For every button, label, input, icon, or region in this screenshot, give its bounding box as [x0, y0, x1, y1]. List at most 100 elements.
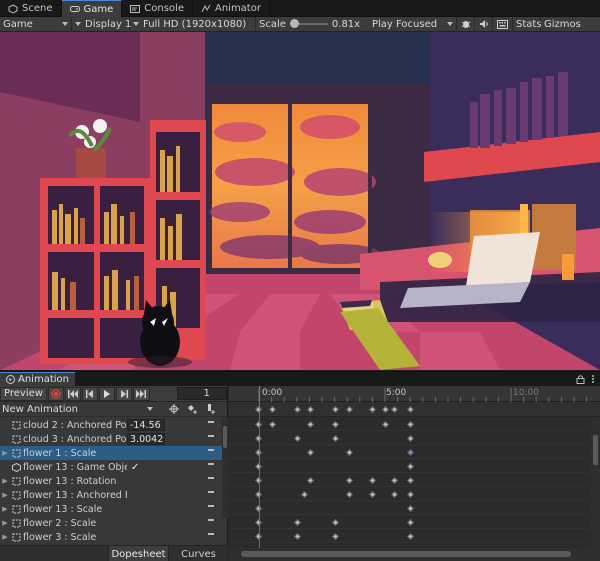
keyframe[interactable] [300, 490, 309, 499]
property-scrollbar[interactable] [222, 418, 228, 518]
property-row[interactable]: ▶ flower 13 : Anchored Position [0, 488, 222, 502]
tab-animator[interactable]: Animator [193, 0, 270, 17]
dopesheet-vertical-scrollbar[interactable] [591, 417, 600, 547]
timeline-ruler[interactable]: 0:00 5:00 10:00 [229, 386, 600, 402]
keyframe[interactable] [331, 420, 340, 429]
keyframe[interactable] [306, 448, 315, 457]
filter-by-selection-icon[interactable] [169, 404, 179, 414]
keyframe[interactable] [390, 490, 399, 499]
property-value-field[interactable]: 3.0042 [127, 433, 165, 445]
tab-game[interactable]: Game [61, 0, 123, 17]
record-button[interactable] [47, 386, 65, 401]
property-row[interactable]: ▶ flower 1 : Scale [0, 446, 222, 460]
keyframe[interactable] [406, 462, 415, 471]
keyframe[interactable] [390, 476, 399, 485]
preview-button[interactable]: Preview [0, 386, 47, 401]
keyframe[interactable] [268, 420, 277, 429]
expand-arrow-icon[interactable]: ▶ [0, 477, 10, 485]
keyframe[interactable] [345, 476, 354, 485]
keyframe[interactable] [345, 490, 354, 499]
keyframe[interactable] [331, 518, 340, 527]
view-mode-dropdown[interactable]: Game [0, 16, 72, 32]
keyframe[interactable] [406, 518, 415, 527]
remove-property-icon[interactable] [208, 449, 214, 451]
remove-property-icon[interactable] [208, 477, 214, 479]
dopesheet-horizontal-scrollbar[interactable] [229, 548, 600, 561]
expand-arrow-icon[interactable]: ▶ [0, 491, 10, 499]
keyframe[interactable] [406, 434, 415, 443]
property-row[interactable]: ▶ flower 3 : Scale [0, 530, 222, 544]
frame-debugger-button[interactable] [457, 16, 475, 32]
keyframe[interactable] [406, 490, 415, 499]
display-label: Display 1 [85, 18, 132, 30]
playhead[interactable] [259, 402, 260, 548]
remove-property-icon[interactable] [208, 435, 214, 437]
keyframe[interactable] [368, 476, 377, 485]
previous-keyframe-button[interactable] [82, 386, 99, 401]
property-row[interactable]: ▶ flower 13 : Rotation [0, 474, 222, 488]
tab-dopesheet[interactable]: Dopesheet [108, 546, 168, 561]
expand-arrow-icon[interactable]: ▶ [0, 449, 10, 457]
expand-arrow-icon[interactable]: ▶ [0, 505, 10, 513]
next-keyframe-button[interactable] [116, 386, 133, 401]
property-row[interactable]: cloud 2 : Anchored Pos -14.56 [0, 418, 222, 432]
lock-icon[interactable] [576, 374, 585, 384]
scrollbar-thumb[interactable] [223, 426, 227, 448]
remove-property-icon[interactable] [208, 519, 214, 521]
property-row[interactable]: flower 13 : Game Objec ✓ [0, 460, 222, 474]
tab-animation[interactable]: Animation [0, 371, 75, 387]
property-row[interactable]: ▶ flower 2 : Scale [0, 516, 222, 530]
remove-property-icon[interactable] [208, 533, 214, 535]
property-row[interactable]: ▶ flower 13 : Scale [0, 502, 222, 516]
add-keyframe-icon[interactable] [187, 404, 198, 414]
scale-slider-handle[interactable] [289, 19, 299, 28]
gizmos-dropdown[interactable]: Gizmos [541, 17, 582, 32]
add-event-icon[interactable] [206, 404, 216, 414]
display-dropdown[interactable]: Display 1 [72, 16, 132, 32]
scrollbar-thumb[interactable] [241, 551, 571, 557]
keyframe[interactable] [293, 434, 302, 443]
keyframe[interactable] [293, 532, 302, 541]
keyframe[interactable] [381, 420, 390, 429]
play-mode-dropdown[interactable]: Play Focused [369, 16, 457, 32]
keyframe[interactable] [406, 532, 415, 541]
keyframe[interactable] [306, 476, 315, 485]
expand-arrow-icon[interactable]: ▶ [0, 533, 10, 541]
keyframe[interactable] [306, 420, 315, 429]
resolution-dropdown[interactable]: Full HD (1920x1080) [130, 16, 256, 32]
remove-property-icon[interactable] [208, 421, 214, 423]
remove-property-icon[interactable] [208, 491, 214, 493]
keyframe[interactable] [345, 448, 354, 457]
game-view[interactable] [0, 32, 600, 370]
stats-button[interactable]: Stats [513, 16, 542, 32]
mute-audio-button[interactable] [475, 16, 493, 32]
remove-property-icon[interactable] [208, 505, 214, 507]
tab-scene[interactable]: Scene [0, 0, 62, 17]
scale-slider[interactable] [289, 19, 328, 28]
game-toolbar: Game Display 1 Full HD (1920x1080) Scale… [0, 16, 600, 32]
keyframe[interactable] [368, 490, 377, 499]
play-button[interactable] [99, 386, 116, 401]
more-options-icon[interactable] [591, 374, 595, 384]
tab-curves[interactable]: Curves [168, 546, 228, 561]
active-checkbox[interactable]: ✓ [131, 462, 139, 473]
keyframe[interactable] [293, 518, 302, 527]
remove-property-icon[interactable] [208, 463, 214, 465]
clip-dropdown[interactable]: New Animation [0, 403, 155, 416]
expand-arrow-icon[interactable]: ▶ [0, 519, 10, 527]
keyframe[interactable] [331, 434, 340, 443]
keyframe[interactable] [406, 420, 415, 429]
keyframe[interactable] [406, 448, 415, 457]
keyframe[interactable] [331, 532, 340, 541]
last-keyframe-button[interactable] [133, 386, 150, 401]
scrollbar-thumb[interactable] [593, 435, 598, 465]
frame-input[interactable]: 1 [176, 387, 228, 400]
tab-console[interactable]: Console [122, 0, 193, 17]
property-value-field[interactable]: -14.56 [127, 419, 165, 431]
shortcuts-button[interactable] [493, 16, 513, 32]
dopesheet[interactable]: 0:00 5:00 10:00 [229, 386, 600, 561]
keyframe[interactable] [406, 504, 415, 513]
property-row[interactable]: cloud 3 : Anchored Pos 3.0042 [0, 432, 222, 446]
first-keyframe-button[interactable] [65, 386, 82, 401]
keyframe[interactable] [406, 476, 415, 485]
